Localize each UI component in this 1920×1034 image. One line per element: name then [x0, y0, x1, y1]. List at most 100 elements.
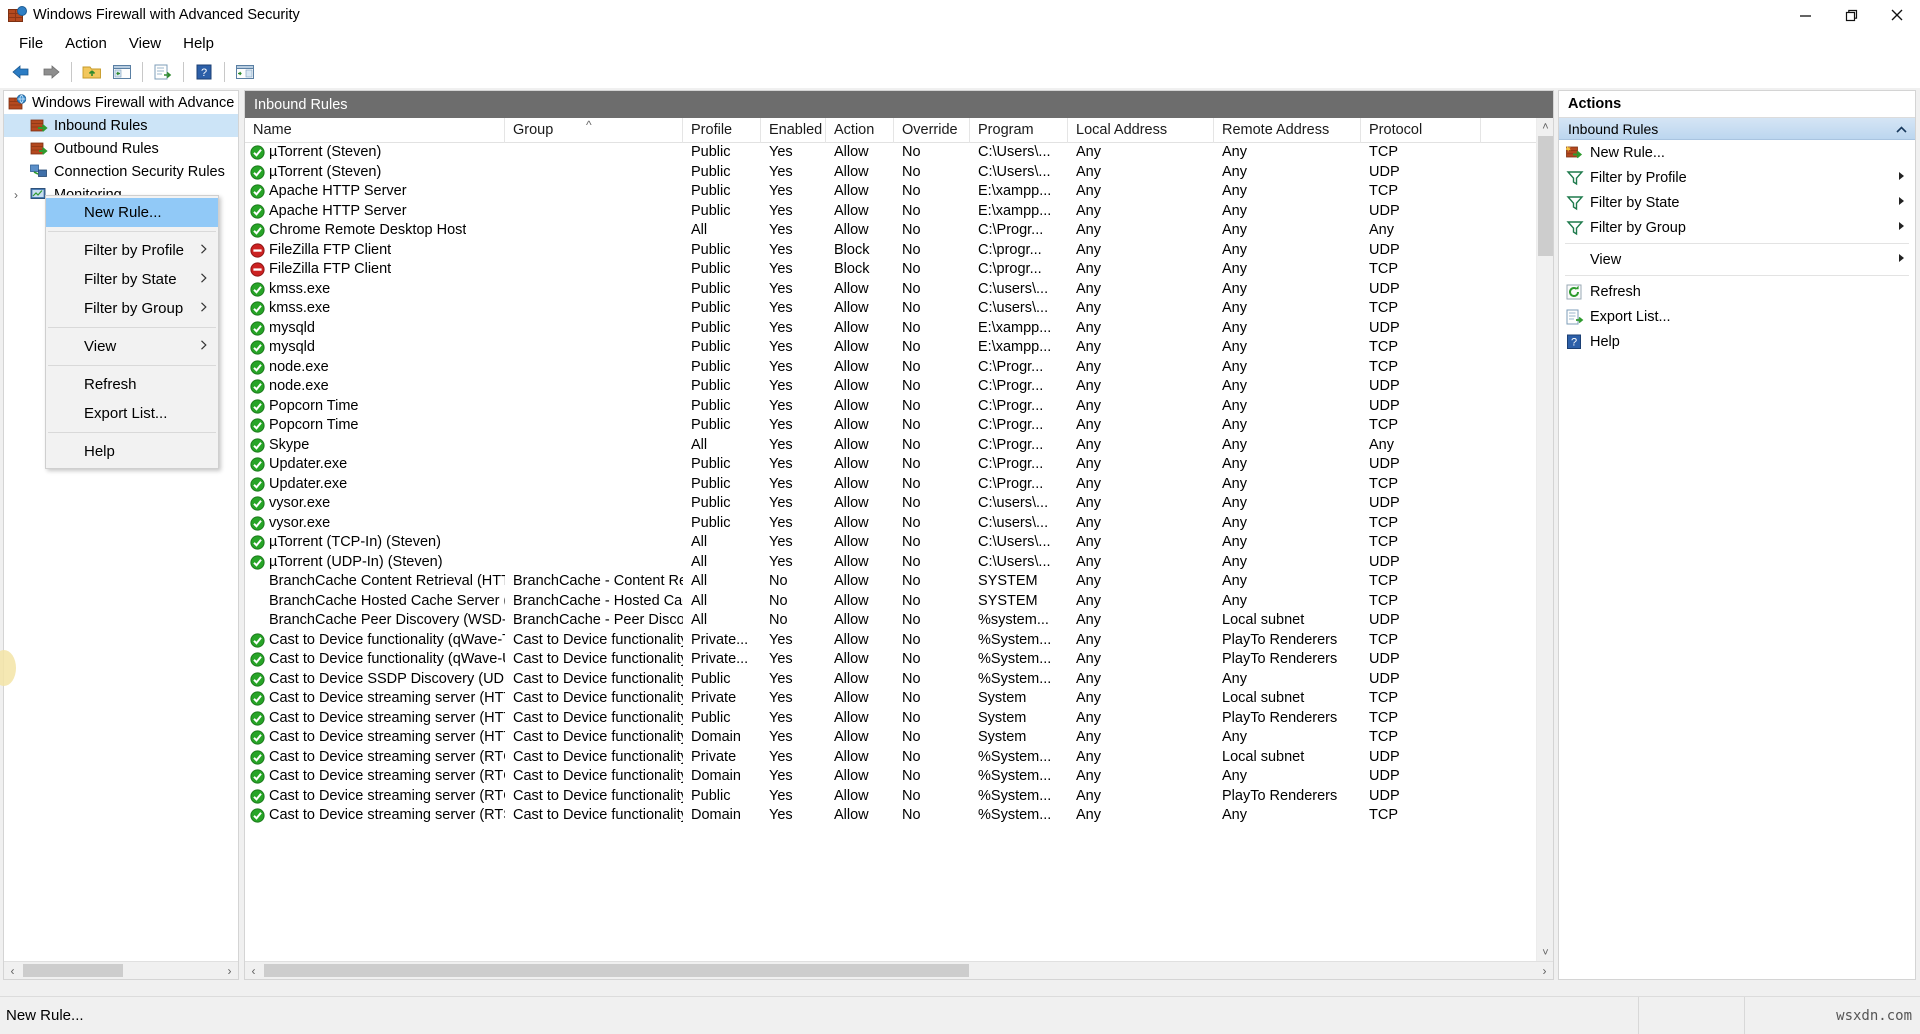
cell-name: Updater.exe	[245, 475, 505, 495]
table-row[interactable]: node.exePublicYesAllowNoC:\Progr...AnyAn…	[245, 377, 1553, 397]
table-row[interactable]: Cast to Device streaming server (HTTP-St…	[245, 689, 1553, 709]
column-header-protocol[interactable]: Protocol	[1361, 118, 1481, 143]
table-row[interactable]: Cast to Device streaming server (RTSP-St…	[245, 806, 1553, 826]
table-row[interactable]: µTorrent (TCP-In) (Steven)AllYesAllowNoC…	[245, 533, 1553, 553]
action-item-export-list[interactable]: Export List...	[1559, 304, 1915, 329]
table-row[interactable]: kmss.exePublicYesAllowNoC:\users\...AnyA…	[245, 280, 1553, 300]
column-header-enabled[interactable]: Enabled	[761, 118, 826, 143]
scroll-thumb[interactable]	[1538, 136, 1553, 256]
menu-file[interactable]: File	[8, 32, 54, 55]
sidebar-item-connection-security-rules[interactable]: Connection Security Rules	[4, 160, 238, 183]
scroll-left-icon[interactable]: ‹	[4, 962, 21, 979]
table-row[interactable]: kmss.exePublicYesAllowNoC:\users\...AnyA…	[245, 299, 1553, 319]
table-row[interactable]: node.exePublicYesAllowNoC:\Progr...AnyAn…	[245, 358, 1553, 378]
table-row[interactable]: Popcorn TimePublicYesAllowNoC:\Progr...A…	[245, 397, 1553, 417]
table-row[interactable]: FileZilla FTP ClientPublicYesBlockNoC:\p…	[245, 260, 1553, 280]
table-row[interactable]: BranchCache Peer Discovery (WSD-In)Branc…	[245, 611, 1553, 631]
table-row[interactable]: Popcorn TimePublicYesAllowNoC:\Progr...A…	[245, 416, 1553, 436]
table-row[interactable]: Updater.exePublicYesAllowNoC:\Progr...An…	[245, 455, 1553, 475]
rules-vertical-scrollbar[interactable]: ˄ ˅	[1536, 118, 1553, 961]
table-row[interactable]: mysqldPublicYesAllowNoE:\xampp...AnyAnyU…	[245, 319, 1553, 339]
context-menu-item-new-rule[interactable]: New Rule...	[46, 198, 218, 227]
scroll-left-icon[interactable]: ‹	[245, 962, 262, 979]
action-item-refresh[interactable]: Refresh	[1559, 279, 1915, 304]
scroll-thumb[interactable]	[264, 964, 969, 977]
scroll-right-icon[interactable]: ›	[1536, 962, 1553, 979]
table-row[interactable]: BranchCache Content Retrieval (HTTP-In)B…	[245, 572, 1553, 592]
table-row[interactable]: Cast to Device functionality (qWave-TCP.…	[245, 631, 1553, 651]
table-row[interactable]: vysor.exePublicYesAllowNoC:\users\...Any…	[245, 494, 1553, 514]
table-row[interactable]: SkypeAllYesAllowNoC:\Progr...AnyAnyAny	[245, 436, 1553, 456]
sidebar-item-outbound-rules[interactable]: Outbound Rules	[4, 137, 238, 160]
close-icon[interactable]	[1874, 0, 1920, 30]
table-row[interactable]: Chrome Remote Desktop HostAllYesAllowNoC…	[245, 221, 1553, 241]
column-header-program[interactable]: Program	[970, 118, 1068, 143]
console-tree-icon[interactable]	[107, 59, 137, 85]
table-row[interactable]: Cast to Device SSDP Discovery (UDP-In)Ca…	[245, 670, 1553, 690]
context-menu-item-view[interactable]: View	[46, 332, 218, 361]
export-list-icon[interactable]	[148, 59, 178, 85]
sidebar-item-inbound-rules[interactable]: Inbound Rules	[4, 114, 238, 137]
forward-button[interactable]	[36, 59, 66, 85]
table-row[interactable]: µTorrent (Steven)PublicYesAllowNoC:\User…	[245, 143, 1553, 163]
scroll-thumb[interactable]	[23, 964, 123, 977]
cell-remote-address: Any	[1214, 592, 1361, 612]
table-row[interactable]: BranchCache Hosted Cache Server (HTT...B…	[245, 592, 1553, 612]
column-header-remote-address[interactable]: Remote Address	[1214, 118, 1361, 143]
column-header-override[interactable]: Override	[894, 118, 970, 143]
column-header-group[interactable]: Group	[505, 118, 683, 143]
action-item-new-rule[interactable]: New Rule...	[1559, 140, 1915, 165]
action-item-filter-by-profile[interactable]: Filter by Profile	[1559, 165, 1915, 190]
cell-group	[505, 143, 683, 163]
column-header-local-address[interactable]: Local Address	[1068, 118, 1214, 143]
scroll-track[interactable]	[21, 962, 221, 979]
column-header-action[interactable]: Action	[826, 118, 894, 143]
context-menu-item-filter-by-state[interactable]: Filter by State	[46, 265, 218, 294]
action-pane-icon[interactable]	[230, 59, 260, 85]
table-row[interactable]: Cast to Device streaming server (RTCP-St…	[245, 787, 1553, 807]
table-row[interactable]: Apache HTTP ServerPublicYesAllowNoE:\xam…	[245, 202, 1553, 222]
table-row[interactable]: µTorrent (Steven)PublicYesAllowNoC:\User…	[245, 163, 1553, 183]
tree-root-node[interactable]: Windows Firewall with Advance	[4, 91, 238, 114]
minimize-icon[interactable]	[1782, 0, 1828, 30]
table-row[interactable]: Cast to Device functionality (qWave-UDP.…	[245, 650, 1553, 670]
action-item-help[interactable]: ?Help	[1559, 329, 1915, 354]
action-item-view[interactable]: View	[1559, 247, 1915, 272]
table-row[interactable]: Cast to Device streaming server (RTCP-St…	[245, 767, 1553, 787]
rules-horizontal-scrollbar[interactable]: ‹ ›	[245, 961, 1553, 979]
folder-up-icon[interactable]	[77, 59, 107, 85]
tree-horizontal-scrollbar[interactable]: ‹ ›	[4, 961, 238, 979]
table-row[interactable]: Cast to Device streaming server (HTTP-St…	[245, 709, 1553, 729]
menu-view[interactable]: View	[118, 32, 172, 55]
chevron-right-icon[interactable]: ›	[14, 188, 18, 202]
table-row[interactable]: mysqldPublicYesAllowNoE:\xampp...AnyAnyT…	[245, 338, 1553, 358]
context-menu-item-filter-by-group[interactable]: Filter by Group	[46, 294, 218, 323]
table-row[interactable]: Cast to Device streaming server (HTTP-St…	[245, 728, 1553, 748]
menu-help[interactable]: Help	[172, 32, 225, 55]
table-row[interactable]: vysor.exePublicYesAllowNoC:\users\...Any…	[245, 514, 1553, 534]
context-menu-item-filter-by-profile[interactable]: Filter by Profile	[46, 236, 218, 265]
cell-action: Allow	[826, 143, 894, 163]
context-menu-item-refresh[interactable]: Refresh	[46, 370, 218, 399]
action-item-filter-by-group[interactable]: Filter by Group	[1559, 215, 1915, 240]
chevron-up-icon[interactable]	[1896, 121, 1907, 137]
scroll-down-icon[interactable]: ˅	[1537, 944, 1554, 961]
scroll-up-icon[interactable]: ˄	[1537, 118, 1554, 135]
help-question-icon[interactable]: ?	[189, 59, 219, 85]
scroll-right-icon[interactable]: ›	[221, 962, 238, 979]
table-row[interactable]: µTorrent (UDP-In) (Steven)AllYesAllowNoC…	[245, 553, 1553, 573]
menu-action[interactable]: Action	[54, 32, 118, 55]
table-row[interactable]: Apache HTTP ServerPublicYesAllowNoE:\xam…	[245, 182, 1553, 202]
table-row[interactable]: FileZilla FTP ClientPublicYesBlockNoC:\p…	[245, 241, 1553, 261]
column-header-profile[interactable]: Profile	[683, 118, 761, 143]
table-row[interactable]: Updater.exePublicYesAllowNoC:\Progr...An…	[245, 475, 1553, 495]
context-menu-item-export-list[interactable]: Export List...	[46, 399, 218, 428]
actions-group-header[interactable]: Inbound Rules	[1559, 118, 1915, 140]
maximize-icon[interactable]	[1828, 0, 1874, 30]
context-menu-item-help[interactable]: Help	[46, 437, 218, 466]
column-header-name[interactable]: Name	[245, 118, 505, 143]
back-button[interactable]	[6, 59, 36, 85]
scroll-track[interactable]	[262, 962, 1536, 979]
table-row[interactable]: Cast to Device streaming server (RTCP-St…	[245, 748, 1553, 768]
action-item-filter-by-state[interactable]: Filter by State	[1559, 190, 1915, 215]
